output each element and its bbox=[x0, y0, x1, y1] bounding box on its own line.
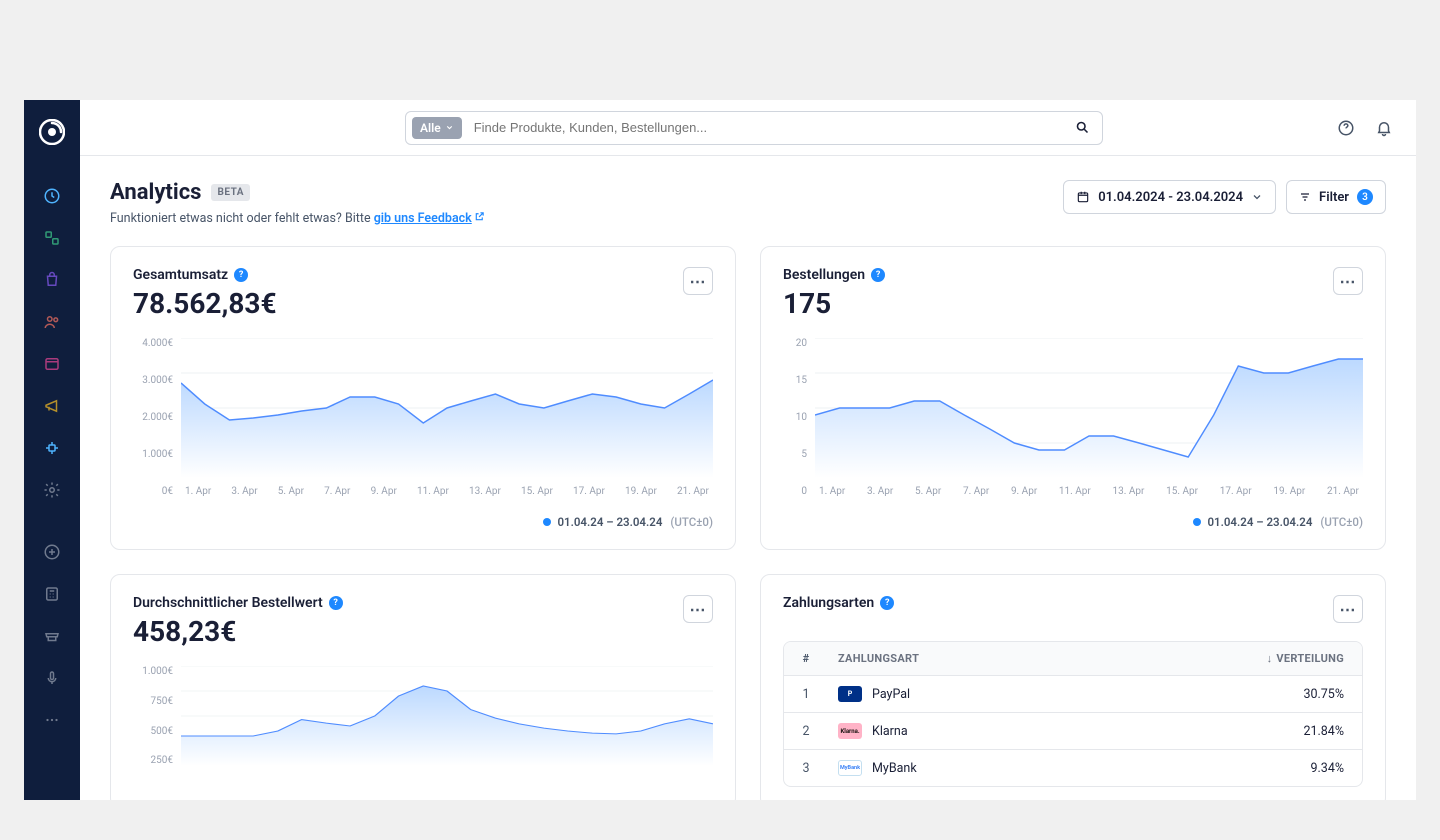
y-axis: 20 15 10 5 0 bbox=[783, 338, 807, 497]
card-payments: Zahlungsarten ? ⋯ # ZAHLUNGSART ↓VERTEIL… bbox=[760, 574, 1386, 800]
page-title: Analytics bbox=[110, 180, 201, 205]
plot-area bbox=[815, 338, 1363, 478]
search-button[interactable] bbox=[1063, 120, 1102, 135]
col-num-header: # bbox=[784, 642, 828, 675]
card-grid: Gesamtumsatz ? 78.562,83€ ⋯ 4.000€ 3.000… bbox=[110, 246, 1386, 800]
chart-legend: 01.04.24 – 23.04.24 (UTC±0) bbox=[133, 515, 713, 529]
filter-label: Filter bbox=[1319, 190, 1349, 205]
nav-customers[interactable] bbox=[32, 302, 72, 342]
mybank-logo-icon: MyBank bbox=[838, 760, 862, 776]
nav-extensions[interactable] bbox=[32, 428, 72, 468]
help-icon bbox=[1337, 119, 1355, 137]
card-more-button[interactable]: ⋯ bbox=[1333, 267, 1363, 295]
filter-count-badge: 3 bbox=[1357, 189, 1373, 205]
help-button[interactable] bbox=[1334, 116, 1358, 140]
date-range-label: 01.04.2024 - 23.04.2024 bbox=[1098, 190, 1243, 205]
table-header: # ZAHLUNGSART ↓VERTEILUNG bbox=[784, 642, 1362, 676]
beta-badge: BETA bbox=[211, 184, 250, 201]
search-scope-tag[interactable]: Alle bbox=[412, 117, 462, 139]
legend-dot-icon bbox=[543, 518, 551, 526]
filter-button[interactable]: Filter 3 bbox=[1286, 180, 1386, 214]
info-icon[interactable]: ? bbox=[871, 268, 885, 282]
card-value: 175 bbox=[783, 287, 885, 320]
nav-settings[interactable] bbox=[32, 470, 72, 510]
card-revenue: Gesamtumsatz ? 78.562,83€ ⋯ 4.000€ 3.000… bbox=[110, 246, 736, 550]
external-link-icon bbox=[474, 211, 485, 226]
content: Analytics BETA Funktioniert etwas nicht … bbox=[80, 156, 1416, 800]
subtitle-text: Funktioniert etwas nicht oder fehlt etwa… bbox=[110, 211, 374, 226]
feedback-link[interactable]: gib uns Feedback bbox=[374, 211, 485, 226]
table-row: 1 PPayPal 30.75% bbox=[784, 676, 1362, 713]
payments-table: # ZAHLUNGSART ↓VERTEILUNG 1 PPayPal 30.7… bbox=[783, 641, 1363, 787]
chart-revenue: 4.000€ 3.000€ 2.000€ 1.000€ 0€ bbox=[133, 338, 713, 497]
sidebar bbox=[24, 100, 80, 800]
y-axis: 4.000€ 3.000€ 2.000€ 1.000€ 0€ bbox=[133, 338, 173, 497]
search-bar: Alle bbox=[405, 111, 1103, 145]
filter-icon bbox=[1299, 191, 1311, 203]
info-icon[interactable]: ? bbox=[329, 596, 343, 610]
x-axis: 1. Apr3. Apr5. Apr7. Apr9. Apr11. Apr13.… bbox=[181, 486, 713, 497]
app-logo bbox=[38, 118, 66, 146]
sort-desc-icon: ↓ bbox=[1267, 652, 1273, 665]
card-title: Gesamtumsatz bbox=[133, 267, 228, 283]
chart-orders: 20 15 10 5 0 bbox=[783, 338, 1363, 497]
info-icon[interactable]: ? bbox=[234, 268, 248, 282]
card-title: Bestellungen bbox=[783, 267, 865, 283]
plot-area bbox=[181, 338, 713, 478]
col-name-header: ZAHLUNGSART bbox=[828, 642, 1242, 675]
klarna-logo-icon: Klarna. bbox=[838, 723, 862, 739]
topbar: Alle bbox=[80, 100, 1416, 156]
card-avg-order: Durchschnittlicher Bestellwert ? 458,23€… bbox=[110, 574, 736, 800]
card-title: Zahlungsarten bbox=[783, 595, 874, 611]
calendar-icon bbox=[1076, 190, 1090, 204]
search-icon bbox=[1075, 120, 1090, 135]
legend-dot-icon bbox=[1193, 518, 1201, 526]
chevron-down-icon bbox=[445, 123, 454, 132]
main: Alle An bbox=[80, 100, 1416, 800]
nav-more[interactable] bbox=[32, 700, 72, 740]
nav-add[interactable] bbox=[32, 532, 72, 572]
info-icon[interactable]: ? bbox=[880, 596, 894, 610]
chart-legend: 01.04.24 – 23.04.24 (UTC±0) bbox=[783, 515, 1363, 529]
y-axis: 1.000€ 750€ 500€ 250€ bbox=[133, 666, 173, 766]
card-more-button[interactable]: ⋯ bbox=[1333, 595, 1363, 623]
chart-avg: 1.000€ 750€ 500€ 250€ bbox=[133, 666, 713, 766]
nav-calculator[interactable] bbox=[32, 574, 72, 614]
table-row: 2 Klarna.Klarna 21.84% bbox=[784, 713, 1362, 750]
nav-content[interactable] bbox=[32, 344, 72, 384]
chevron-down-icon bbox=[1251, 191, 1263, 203]
card-value: 78.562,83€ bbox=[133, 287, 277, 320]
nav-marketing[interactable] bbox=[32, 386, 72, 426]
search-input[interactable] bbox=[462, 120, 1063, 135]
card-title: Durchschnittlicher Bestellwert bbox=[133, 595, 323, 611]
nav-voice[interactable] bbox=[32, 658, 72, 698]
plot-area bbox=[181, 666, 713, 766]
x-axis: 1. Apr3. Apr5. Apr7. Apr9. Apr11. Apr13.… bbox=[815, 486, 1363, 497]
search-scope-label: Alle bbox=[420, 121, 441, 135]
card-orders: Bestellungen ? 175 ⋯ 20 15 10 5 bbox=[760, 246, 1386, 550]
card-more-button[interactable]: ⋯ bbox=[683, 595, 713, 623]
card-value: 458,23€ bbox=[133, 615, 343, 648]
table-row: 3 MyBankMyBank 9.34% bbox=[784, 750, 1362, 786]
bell-icon bbox=[1375, 119, 1393, 137]
card-more-button[interactable]: ⋯ bbox=[683, 267, 713, 295]
page-subtitle: Funktioniert etwas nicht oder fehlt etwa… bbox=[110, 211, 485, 226]
notifications-button[interactable] bbox=[1372, 116, 1396, 140]
page-header: Analytics BETA Funktioniert etwas nicht … bbox=[110, 180, 1386, 226]
paypal-logo-icon: P bbox=[838, 686, 862, 702]
nav-catalog[interactable] bbox=[32, 218, 72, 258]
col-val-header[interactable]: ↓VERTEILUNG bbox=[1242, 642, 1362, 675]
nav-orders[interactable] bbox=[32, 260, 72, 300]
nav-shop[interactable] bbox=[32, 616, 72, 656]
nav-dashboard[interactable] bbox=[32, 176, 72, 216]
date-range-picker[interactable]: 01.04.2024 - 23.04.2024 bbox=[1063, 180, 1276, 214]
